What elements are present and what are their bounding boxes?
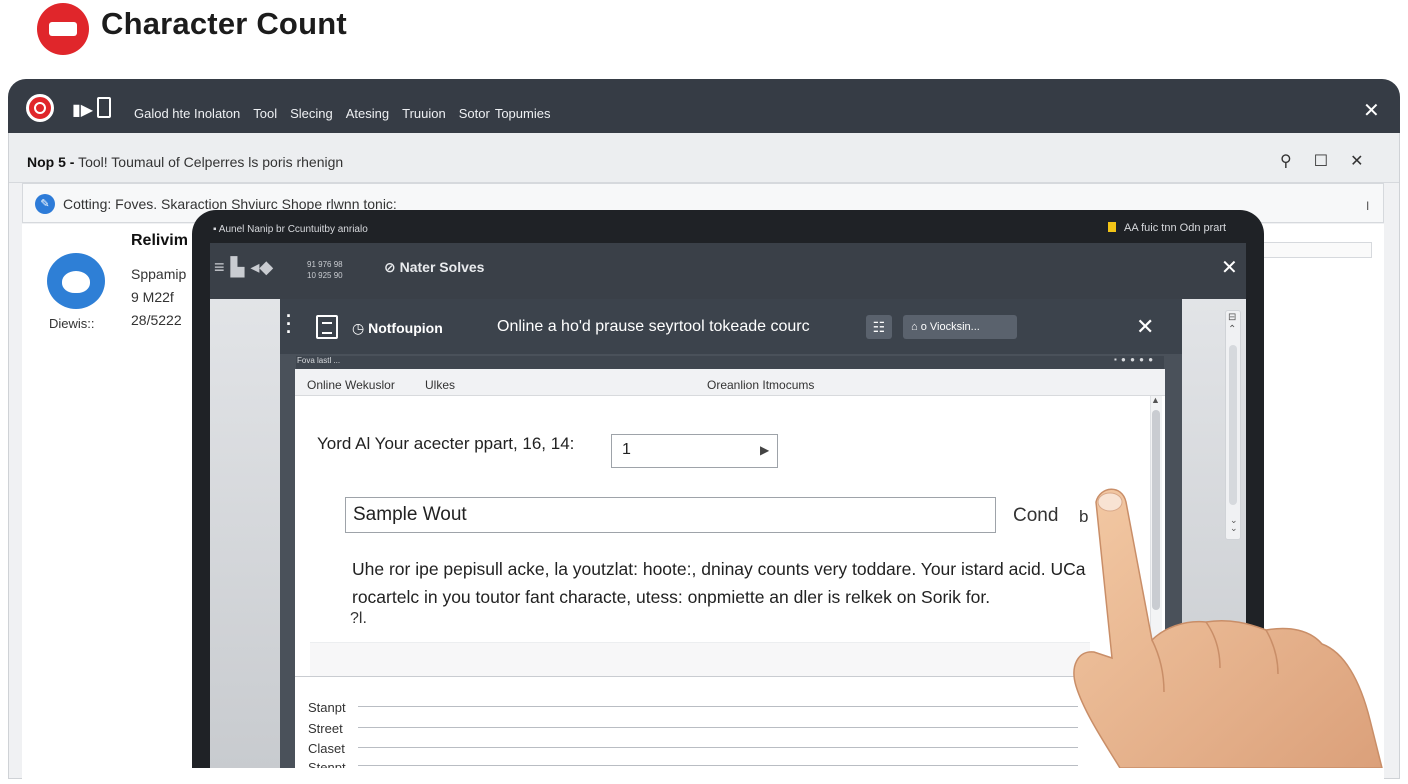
home-icon: ⌂ [911, 321, 918, 333]
dialog-tiny-icons: ▪ ● ● ● ● [1114, 355, 1155, 364]
phone-icon[interactable] [97, 97, 111, 118]
page-title: Character Count [101, 6, 347, 41]
pointing-hand-icon [1073, 488, 1383, 768]
inner-toolbar-icons: ≡ ▙ ◂◆ [214, 257, 273, 278]
list-item[interactable]: Stenpt [308, 760, 346, 768]
list-rule [358, 747, 1078, 748]
building-icon[interactable]: ▙ [231, 257, 245, 278]
sidebar-line: Sppamip [131, 266, 187, 282]
close-icon[interactable]: ✕ [1350, 151, 1363, 171]
dialog-tiny-text: Fova lastl ... [297, 356, 341, 365]
status-bar-right: AA fuic tnn Odn prart [1108, 222, 1226, 234]
side-field[interactable] [1262, 242, 1372, 258]
inner-close-icon[interactable]: ✕ [1221, 255, 1238, 280]
menu-item[interactable]: Truuion [402, 106, 446, 121]
more-icon[interactable]: · · · [286, 307, 292, 341]
inner-mini-stats: 91 976 98 10 925 90 [307, 260, 343, 280]
status-bar-left: ▪ Aunel Nanip br Ccuntuitby anrialo [213, 224, 368, 235]
question-label: Yord Al Your acecter ppart, 16, 14: [317, 434, 575, 453]
cond-button[interactable]: Cond [1013, 505, 1058, 527]
list-rule [358, 765, 1078, 766]
description-tail: ?l. [350, 610, 367, 627]
quantity-value: 1 [622, 441, 631, 458]
inner-title[interactable]: ⊘ Nater Solves [384, 259, 484, 276]
check-circle-icon: ⊘ [384, 259, 396, 275]
avatar-label: Diewis:: [49, 316, 95, 331]
list-icon[interactable]: ≡ [214, 257, 225, 278]
list-item[interactable]: Claset [308, 741, 345, 756]
menu-item[interactable]: Atesing [346, 106, 389, 121]
menu-item[interactable]: Topumies [495, 106, 551, 121]
maximize-icon[interactable]: ☐ [1314, 151, 1328, 171]
divider [295, 676, 1165, 677]
menu-bar: Galod hte Inolaton Tool Slecing Atesing … [134, 106, 550, 121]
scroll-up-icon[interactable]: ⊟ ⌃ [1228, 312, 1236, 336]
notice-icon: ✎ [35, 194, 55, 214]
scroll-up-arrow-icon[interactable]: ▲ [1151, 395, 1160, 405]
menu-item[interactable]: Sotor [459, 106, 490, 121]
sidebar-heading: Relivim [131, 232, 188, 249]
address-controls: ⚲ ☐ ✕ [1280, 151, 1363, 171]
dialog-tiny-bar [296, 356, 1164, 369]
notice-end: I [1366, 199, 1370, 213]
dialog-close-icon[interactable]: ✕ [1136, 314, 1154, 340]
app-logo [37, 3, 89, 55]
sidebar-line: 28/5222 [131, 312, 182, 328]
menu-item[interactable]: Galod hte Inolaton [134, 106, 240, 121]
media-icon[interactable]: ▮▶ [72, 100, 93, 120]
dialog-title: Online a ho'd prause seyrtool tokeade co… [497, 318, 810, 335]
description-text: Uhe ror ipe pepisull acke, la youtzlat: … [352, 559, 1086, 607]
address-value: Tool! Toumaul of Celperres ls poris rhen… [78, 154, 344, 170]
clock-icon: ◷ [352, 320, 365, 336]
column-header[interactable]: Oreanlion Itmocums [707, 378, 814, 392]
avatar[interactable] [47, 253, 105, 309]
list-rule [358, 727, 1078, 728]
window-close-icon[interactable]: ✕ [1363, 98, 1380, 123]
target-icon[interactable] [26, 94, 54, 122]
address-bold: Nop 5 - [27, 154, 75, 170]
play-arrow-icon[interactable]: ▶ [760, 443, 769, 457]
sidebar-line: 9 M22f [131, 289, 174, 305]
list-rule [358, 706, 1078, 707]
search-icon[interactable]: ⚲ [1280, 151, 1292, 171]
clipboard-icon[interactable]: ☷ [866, 315, 892, 339]
column-header[interactable]: Ulkes [425, 378, 455, 392]
menu-item[interactable]: Slecing [290, 106, 333, 121]
separator-band [310, 642, 1090, 676]
column-header[interactable]: Online Wekuslor [307, 378, 395, 392]
tag-icon[interactable]: ◂◆ [250, 257, 273, 278]
address-text[interactable]: Nop 5 - Tool! Toumaul of Celperres ls po… [27, 154, 343, 170]
document-icon[interactable] [316, 315, 338, 339]
list-item[interactable]: Street [308, 721, 343, 736]
battery-icon [1108, 222, 1116, 232]
sample-text-input[interactable] [345, 497, 996, 533]
dialog-label[interactable]: ◷ Notfoupion [352, 320, 443, 337]
quantity-stepper[interactable] [611, 434, 778, 468]
inner-toolbar [210, 243, 1246, 299]
view-button[interactable]: ⌂ o Viocksin... [903, 315, 1017, 339]
list-item[interactable]: Stanpt [308, 700, 346, 715]
menu-item[interactable]: Tool [253, 106, 277, 121]
